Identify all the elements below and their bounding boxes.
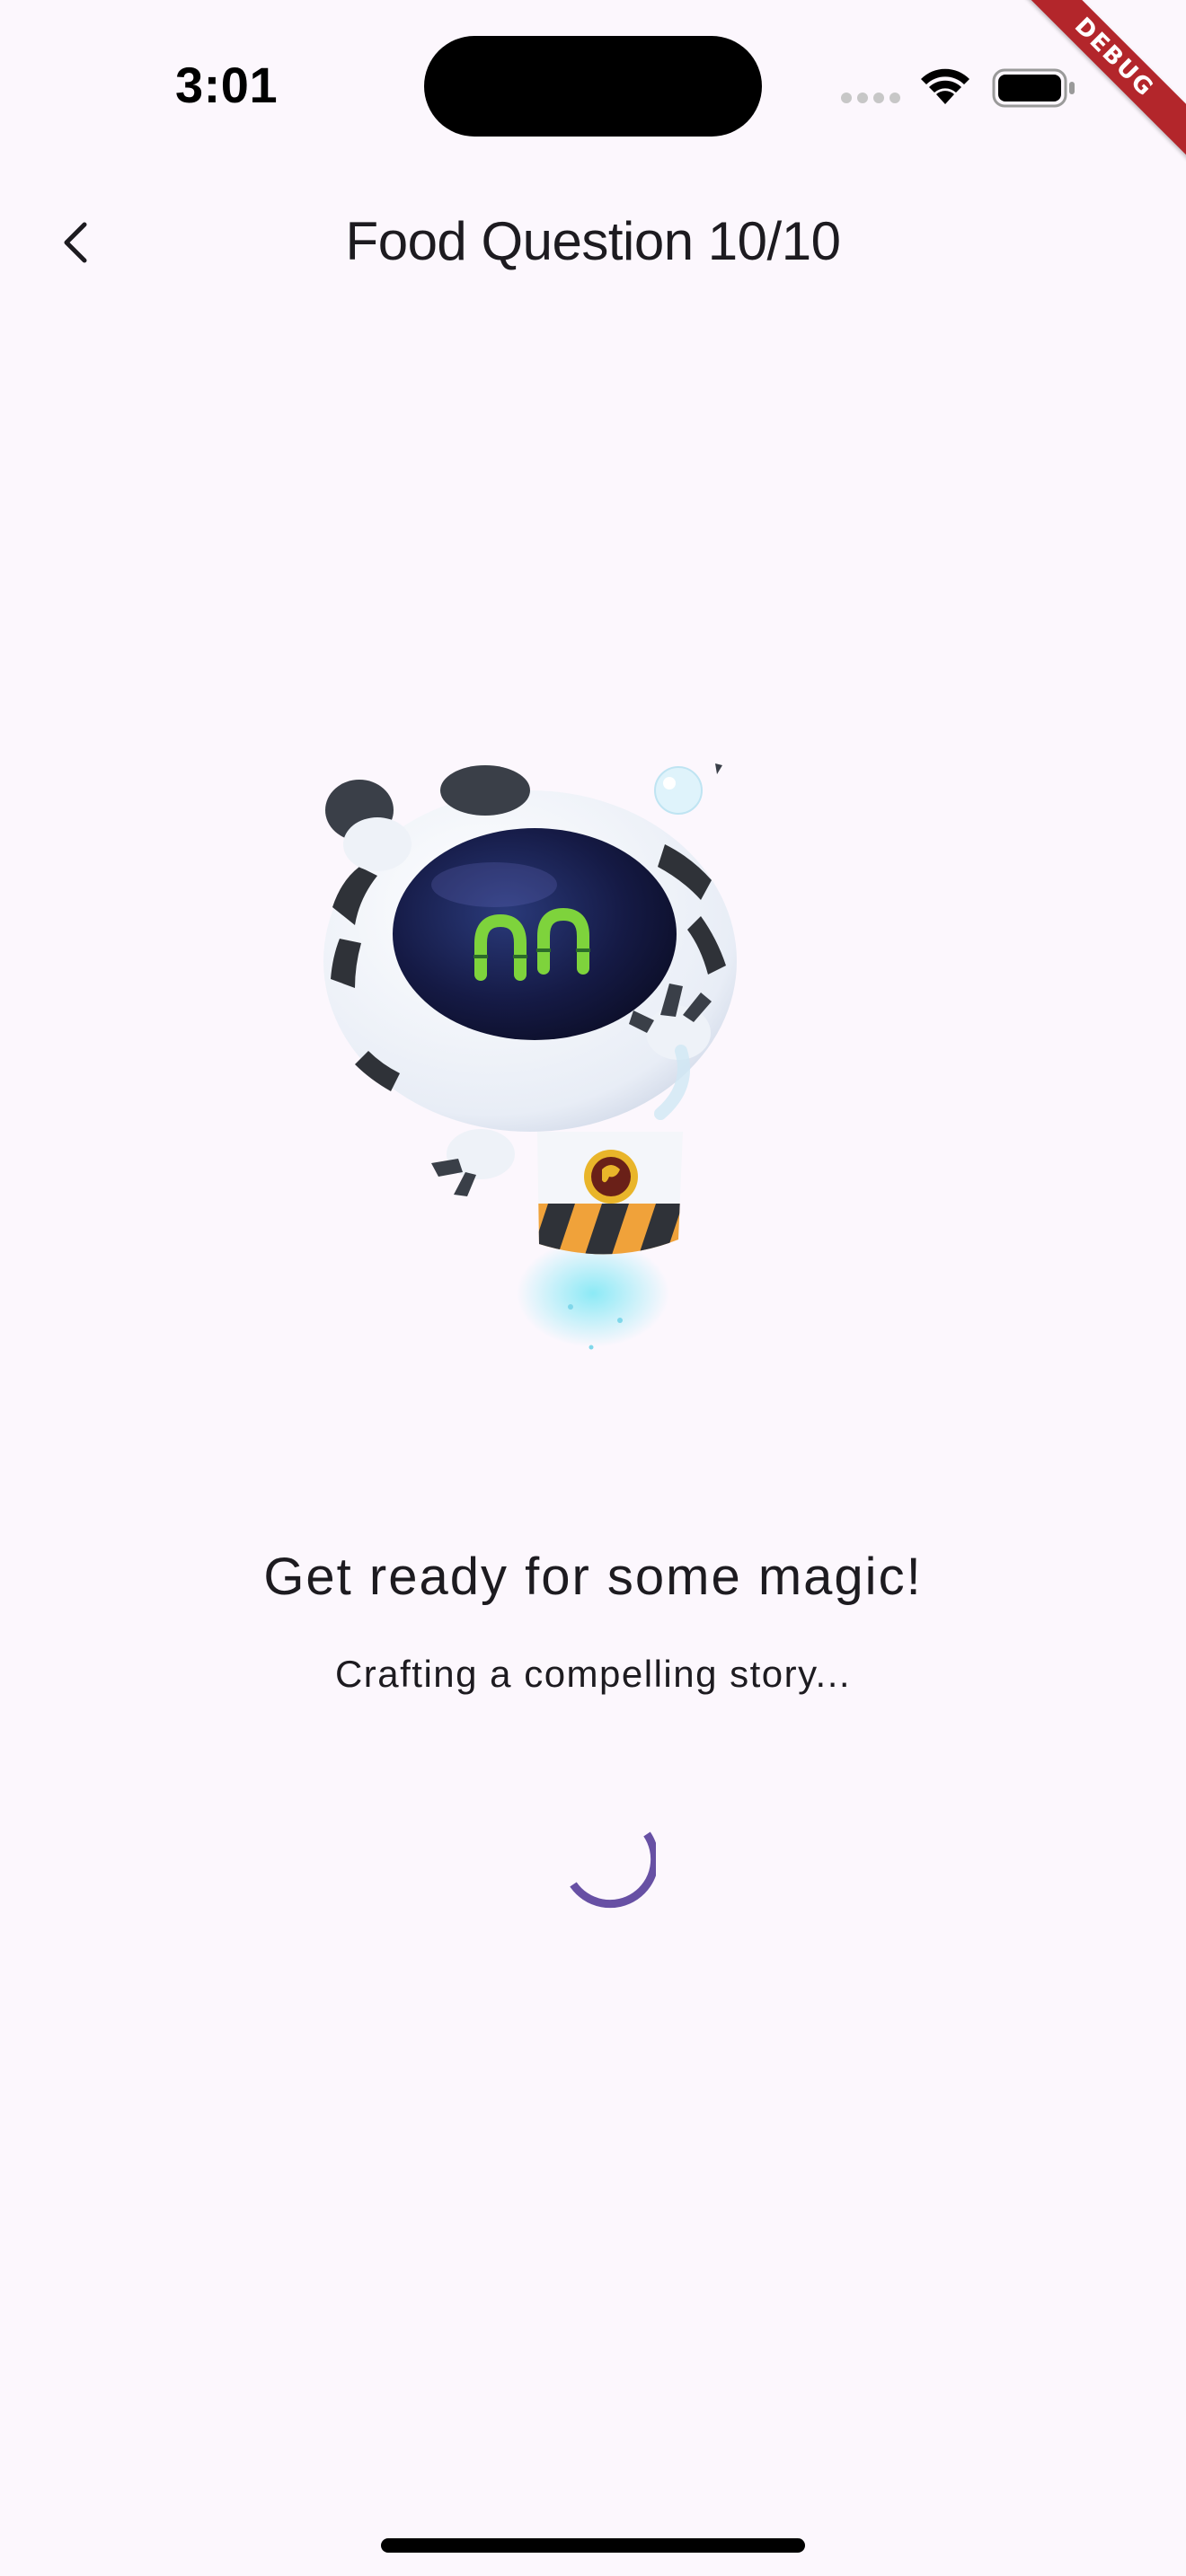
robot-mascot-icon <box>323 763 737 1350</box>
wifi-icon <box>921 68 969 104</box>
app-bar: Food Question 10/10 <box>0 171 1186 314</box>
loading-screen: 3:01 DEBUG Food Question 10/10 Get ready… <box>0 0 1186 2576</box>
status-time: 3:01 <box>175 57 279 113</box>
loading-headline: Get ready for some magic! <box>263 1548 923 1606</box>
status-bar: 3:01 <box>0 0 1186 171</box>
loading-spinner <box>570 1831 656 1909</box>
dynamic-island <box>424 36 762 137</box>
signal-icon <box>841 93 902 105</box>
loading-subtitle: Crafting a compelling story... <box>334 1653 852 1695</box>
battery-icon <box>992 68 1075 108</box>
home-indicator[interactable] <box>381 2538 805 2553</box>
page-title: Food Question 10/10 <box>345 211 841 271</box>
